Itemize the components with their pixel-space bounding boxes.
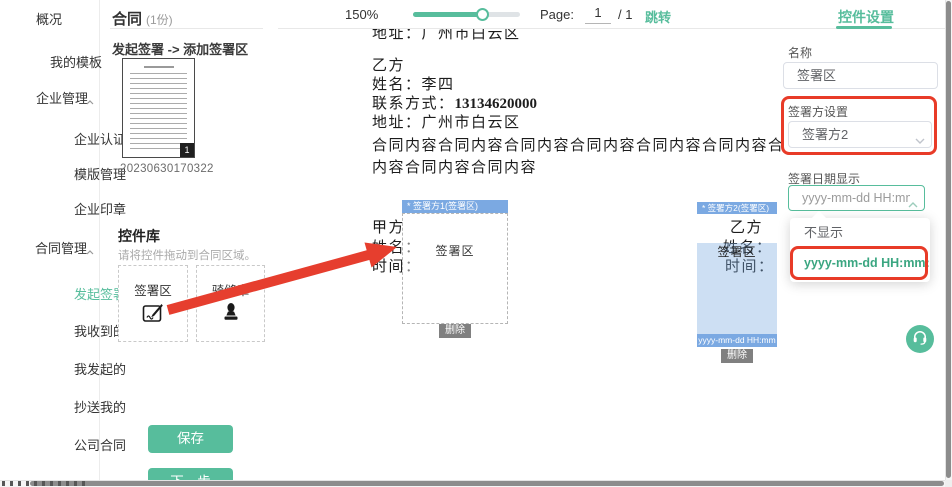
- sidebar-item-my-templates[interactable]: 我的模板: [50, 52, 102, 71]
- sidebar: 概况 我的模板 企业管理 企业认证 模版管理 企业印章 合同管理 发起签署 我收…: [0, 0, 100, 487]
- doc-party-a-title: 甲方: [372, 216, 405, 237]
- chevron-down-icon: [915, 131, 925, 149]
- signature-field-label: 签署区: [403, 242, 507, 259]
- signature-field-signer1[interactable]: * 签署方1(签署区) 签署区 删除: [402, 200, 508, 338]
- tab-control-settings[interactable]: 控件设置: [838, 7, 894, 27]
- signer-select[interactable]: 签署方2: [788, 121, 932, 148]
- vertical-scrollbar-thumb[interactable]: [946, 1, 951, 478]
- doc-line-address: 地址：广州市白云区: [372, 111, 521, 132]
- scrollbar-corner: [945, 480, 952, 487]
- page-number-input[interactable]: 1: [585, 5, 611, 24]
- sidebar-item-company-contracts[interactable]: 公司合同: [74, 435, 126, 454]
- doc-line-party-b-heading: 乙方: [372, 54, 405, 75]
- sign-date-select-value: yyyy-mm-dd HH:mm:ss: [802, 186, 910, 211]
- page-number-badge: 1: [180, 143, 194, 157]
- page-total-label: / 1: [618, 7, 632, 22]
- thumbnail-text-lines: [130, 73, 187, 151]
- signature-field-body[interactable]: 签署区: [402, 213, 508, 324]
- delete-button[interactable]: 删除: [439, 324, 471, 338]
- signature-field-header: * 签署方1(签署区): [402, 200, 508, 213]
- sidebar-item-overview[interactable]: 概况: [36, 9, 62, 28]
- save-button[interactable]: 保存: [148, 425, 233, 453]
- doc-line-contact: 联系方式：13134620000: [372, 92, 537, 113]
- chevron-up-icon: [86, 242, 94, 260]
- sign-date-select[interactable]: yyyy-mm-dd HH:mm:ss: [788, 185, 925, 211]
- sidebar-item-cc-me[interactable]: 抄送我的: [74, 397, 126, 416]
- zoom-slider-handle[interactable]: [476, 8, 489, 21]
- signature-field-body[interactable]: 签署区: [697, 243, 777, 334]
- sidebar-item-initiated[interactable]: 我发起的: [74, 359, 126, 378]
- dropdown-option-datetime[interactable]: yyyy-mm-dd HH:mm:ss: [790, 248, 930, 278]
- control-settings-panel: 名称 签署区 签署方设置 签署方2 签署日期显示 yyyy-mm-dd HH:m…: [783, 29, 945, 480]
- name-field-label: 名称: [788, 44, 812, 61]
- date-format-dropdown: 不显示 yyyy-mm-dd HH:mm:ss: [790, 218, 930, 282]
- page-thumbnail[interactable]: 1: [122, 58, 195, 158]
- delete-button[interactable]: 删除: [721, 349, 753, 363]
- annotation-arrow: [150, 235, 410, 320]
- signer-setting-label: 签署方设置: [788, 103, 848, 120]
- name-input[interactable]: 签署区: [783, 62, 938, 89]
- doc-line-name: 姓名：李四: [372, 73, 455, 94]
- sidebar-item-enterprise-mgmt[interactable]: 企业管理: [36, 88, 88, 107]
- page-jump-link[interactable]: 跳转: [645, 7, 671, 26]
- signature-field-signer2[interactable]: * 签署方2(签署区) 签署区 yyyy-mm-dd HH:mm 删除: [697, 202, 777, 363]
- page-label: Page:: [540, 7, 574, 22]
- signature-field-label: 签署区: [697, 243, 777, 260]
- sidebar-item-contract-mgmt[interactable]: 合同管理: [35, 238, 87, 257]
- contract-list-title: 合同(1份): [112, 8, 173, 29]
- signature-date-bar: yyyy-mm-dd HH:mm: [697, 334, 777, 347]
- doc-paragraph-line2: 内容合同内容合同内容: [372, 156, 537, 177]
- doc-paragraph-line1: 合同内容合同内容合同内容合同内容合同内容合同内容合同内容合同内容合同内容合同内容: [372, 134, 783, 155]
- thumbnail-caption: 20230630170322: [120, 163, 214, 175]
- toolbar: [100, 0, 945, 29]
- chevron-up-icon: [908, 195, 918, 213]
- zoom-slider-fill: [413, 12, 483, 17]
- sidebar-item-template-mgmt[interactable]: 模版管理: [74, 164, 126, 183]
- thumbnail-title-line: [144, 66, 174, 68]
- sidebar-item-enterprise-seal[interactable]: 企业印章: [74, 199, 126, 218]
- signature-field-header: * 签署方2(签署区): [697, 202, 777, 214]
- clipped-bottom-text: [2, 481, 88, 486]
- sidebar-item-enterprise-auth[interactable]: 企业认证: [74, 129, 126, 148]
- horizontal-scrollbar-thumb[interactable]: [30, 481, 944, 486]
- dropdown-option-none[interactable]: 不显示: [790, 218, 930, 248]
- contract-count: (1份): [146, 13, 173, 27]
- zoom-level-label: 150%: [345, 7, 378, 22]
- customer-support-button[interactable]: [906, 325, 934, 353]
- chevron-up-icon: [86, 92, 94, 110]
- app-window: 概况 我的模板 企业管理 企业认证 模版管理 企业印章 合同管理 发起签署 我收…: [0, 0, 952, 487]
- headset-icon: [911, 328, 929, 351]
- breadcrumb: 发起签署 -> 添加签署区: [112, 39, 248, 58]
